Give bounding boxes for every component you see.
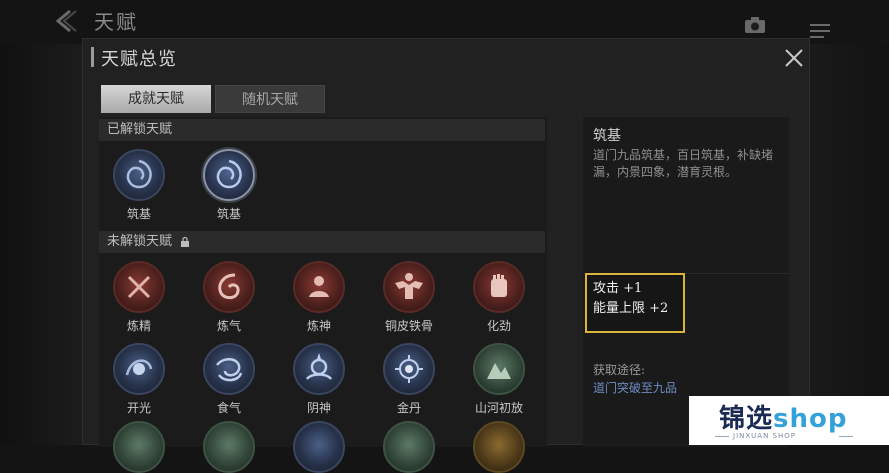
talent-icon-circle [203,149,255,201]
talent-item[interactable] [369,421,449,473]
talent-item-selected[interactable]: 筑基 [189,149,269,222]
dialog-title: 天赋总览 [101,49,177,70]
locked-section-header: 未解锁天赋 [99,231,545,253]
talent-name: 炼神 [306,319,331,333]
talent-item[interactable] [189,421,269,473]
watermark-brand-suffix: shop [773,404,848,434]
swirl-icon [218,273,240,300]
talent-item[interactable]: 炼精 [99,261,179,334]
vortex-icon [216,357,243,382]
talent-name: 炼气 [216,319,241,333]
talent-icon-circle [383,421,435,473]
talent-icon-circle [113,149,165,201]
title-accent-bar [91,47,94,67]
talent-item[interactable]: 开光 [99,343,179,416]
talent-name: 筑基 [216,207,241,221]
talent-item[interactable]: 炼气 [189,261,269,334]
source-label: 获取途径: [593,363,646,377]
talent-icon-circle [203,261,255,313]
talent-item[interactable]: 食气 [189,343,269,416]
talent-item[interactable]: 化劲 [459,261,539,334]
talent-icon-circle [203,421,255,473]
talent-name: 金丹 [396,401,421,415]
lock-icon [181,236,190,247]
talent-icon-circle [293,343,345,395]
crossed-swords-icon [127,275,151,299]
talent-item[interactable]: 炼神 [279,261,359,334]
talent-overview-dialog: 天赋总览 成就天赋 随机天赋 已解锁天赋 筑基 筑基 未解锁天赋 炼精 炼气 炼… [82,38,810,473]
source-value: 道门突破至九品 [593,381,678,395]
menu-icon[interactable] [808,20,832,46]
spirit-icon [305,353,333,380]
background-right [810,44,889,445]
detail-title: 筑基 [593,128,621,144]
talent-item[interactable]: 筑基 [99,149,179,222]
fist-icon [491,274,507,297]
talent-icon-circle [473,261,525,313]
mountain-icon [487,363,511,379]
talent-item[interactable]: 铜皮铁骨 [369,261,449,334]
talent-name: 筑基 [126,207,151,221]
spiral-rune-icon [126,159,152,189]
watermark-subtitle: JINXUAN SHOP [733,432,796,440]
watermark-logo: 锦选shop JINXUAN SHOP [689,396,889,445]
watermark-brand: 锦选shop [719,398,847,435]
talent-item[interactable]: 金丹 [369,343,449,416]
detail-description: 道门九品筑基，百日筑基，补缺堵漏，内景四象，潜育灵根。 [593,148,774,179]
talent-icon-circle [203,343,255,395]
muscle-icon [395,273,423,299]
back-arrow-icon[interactable] [52,8,78,34]
unlocked-section-header: 已解锁天赋 [99,119,545,141]
tab-achievement-talents[interactable]: 成就天赋 [101,85,211,113]
unlocked-section-label: 已解锁天赋 [107,122,173,137]
meditation-icon [309,276,329,297]
watermark-line-right [839,436,853,437]
talent-icon-circle [113,421,165,473]
talent-icon-circle [293,421,345,473]
dialog-titlebar: 天赋总览 [83,39,809,79]
talent-item[interactable]: 阴神 [279,343,359,416]
camera-icon[interactable] [744,16,766,34]
watermark-line-left [715,436,729,437]
tab-random-talents[interactable]: 随机天赋 [215,85,325,113]
talent-item[interactable] [459,421,539,473]
locked-section-label: 未解锁天赋 [107,234,173,249]
stat-energy-cap: 能量上限 +2 [593,301,669,316]
talent-name: 炼精 [126,319,151,333]
spiral-rune-icon [216,159,242,189]
talent-icon-circle [293,261,345,313]
light-orb-icon [125,359,153,376]
talent-icon-circle [383,343,435,395]
close-icon[interactable] [783,47,805,69]
talent-icon-circle [113,343,165,395]
golden-core-icon [395,355,423,383]
talent-icon-circle [473,343,525,395]
talent-name: 阴神 [306,401,331,415]
watermark-brand-prefix: 锦选 [719,404,774,434]
stat-bonus-box: 攻击 +1 能量上限 +2 [585,273,685,333]
talent-item[interactable] [99,421,179,473]
talent-name: 铜皮铁骨 [384,319,433,333]
stat-attack: 攻击 +1 [593,281,643,296]
talent-name: 食气 [216,401,241,415]
talent-list-panel: 已解锁天赋 筑基 筑基 未解锁天赋 炼精 炼气 炼神 铜皮铁骨 化劲 开光 食气… [99,117,547,473]
talent-icon-circle [473,421,525,473]
talent-name: 化劲 [486,319,511,333]
talent-name: 开光 [126,401,151,415]
talent-item[interactable] [279,421,359,473]
talent-item[interactable]: 山河初放 [459,343,539,416]
talent-name: 山河初放 [474,401,523,415]
background-left [0,44,82,445]
talent-icon-circle [383,261,435,313]
talent-icon-circle [113,261,165,313]
background-title: 天赋 [94,10,138,34]
